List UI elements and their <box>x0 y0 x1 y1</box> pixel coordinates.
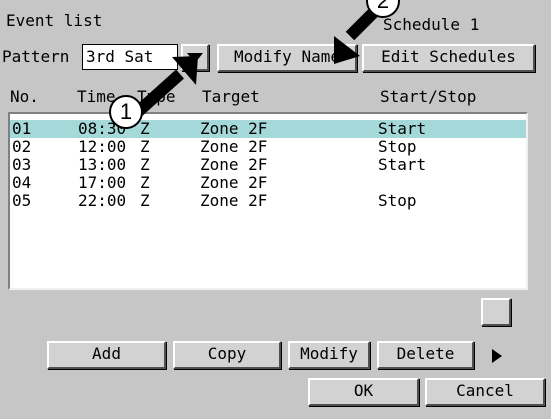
arrow-2-head <box>334 36 360 64</box>
annotation-arrows <box>126 1 385 123</box>
callout-1: 1 <box>109 95 143 129</box>
